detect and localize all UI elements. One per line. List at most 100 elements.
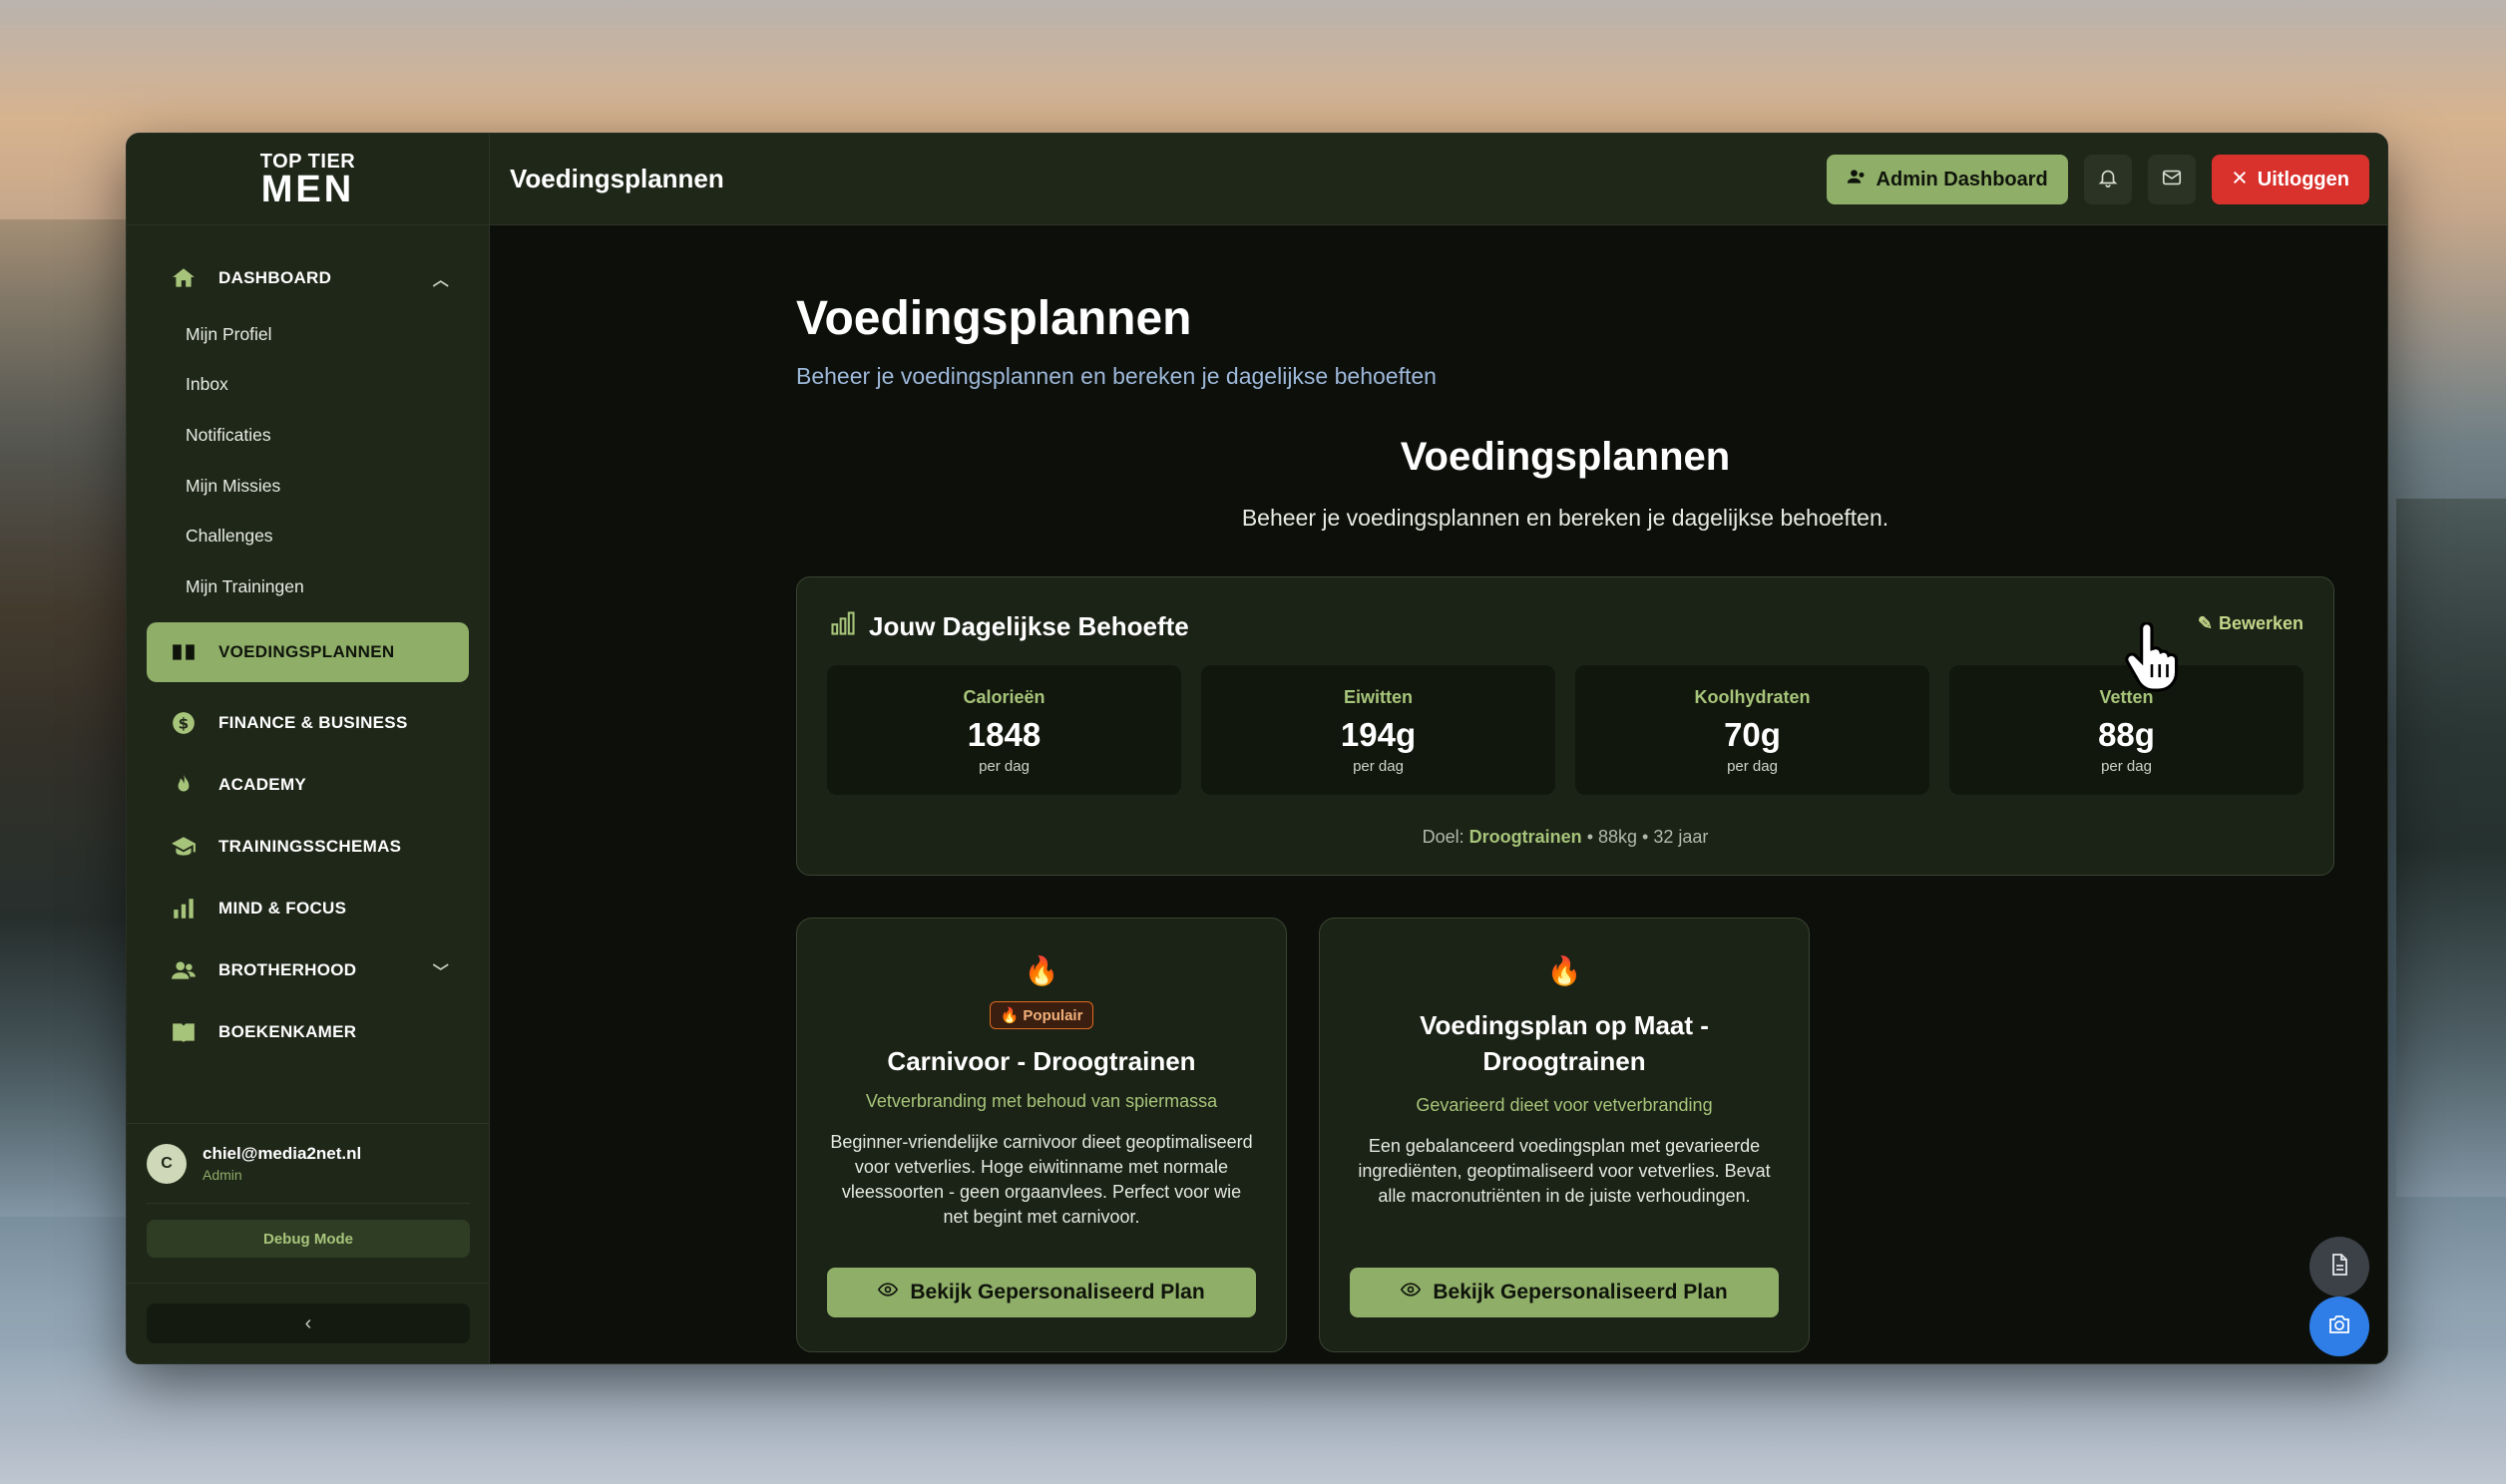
admin-dashboard-label: Admin Dashboard [1876, 168, 2048, 190]
background-forest-right [2396, 499, 2506, 1197]
sidebar-item-label: DASHBOARD [218, 268, 332, 287]
view-plan-button[interactable]: Bekijk Gepersonaliseerd Plan [1350, 1268, 1779, 1317]
chevron-down-icon[interactable]: ﹀ [433, 958, 449, 982]
sidebar-item-label: VOEDINGSPLANNEN [218, 641, 395, 661]
notifications-button[interactable] [2083, 155, 2132, 204]
user-section: C chiel@media2net.nl Admin Debug Mode [127, 1123, 490, 1258]
camera-icon [2326, 1312, 2352, 1341]
sidebar-item-finance-business[interactable]: $ FINANCE & BUSINESS [127, 692, 489, 754]
admin-dashboard-button[interactable]: Admin Dashboard [1826, 155, 2068, 204]
logo[interactable]: TOP TIER MEN [127, 134, 489, 225]
sidebar-item-label: FINANCE & BUSINESS [218, 712, 408, 732]
sidebar-nav: DASHBOARD ︿ Mijn Profiel Inbox Notificat… [127, 225, 489, 1063]
stats-row: Calorieën 1848 per dag Eiwitten 194g per… [827, 665, 2303, 795]
plan-description: Beginner-vriendelijke carnivoor dieet ge… [830, 1132, 1253, 1227]
collapse-section: ‹ [127, 1283, 490, 1363]
section-subtitle: Beheer je voedingsplannen en bereken je … [1241, 505, 1889, 531]
stat-unit: per dag [1727, 758, 1778, 775]
stat-value: 88g [2098, 716, 2155, 753]
app-window: TOP TIER MEN DASHBOARD ︿ Mijn Profiel In… [126, 133, 2388, 1364]
plan-subtitle: Vetverbranding met behoud van spiermassa [865, 1091, 1218, 1111]
daily-needs-title: Jouw Dagelijkse Behoefte [869, 611, 1189, 641]
book-icon [169, 1017, 199, 1047]
sidebar-item-label: MIND & FOCUS [218, 898, 347, 918]
svg-text:$: $ [179, 714, 190, 732]
mail-icon [2161, 167, 2183, 193]
sidebar-item-label: BROTHERHOOD [218, 959, 357, 979]
document-button[interactable] [2309, 1237, 2369, 1297]
edit-button[interactable]: ✎ Bewerken [2198, 613, 2303, 634]
screenshot-button[interactable] [2309, 1297, 2369, 1356]
close-icon [2232, 169, 2248, 191]
sidebar-item-mind-focus[interactable]: MIND & FOCUS [127, 878, 489, 939]
sidebar-subitem-notificaties[interactable]: Notificaties [186, 410, 489, 461]
user-email: chiel@media2net.nl [203, 1144, 362, 1163]
goal-details: • 88kg • 32 jaar [1586, 827, 1709, 847]
eye-icon [1401, 1280, 1422, 1305]
bar-chart-icon [829, 609, 857, 644]
topbar-actions: Admin Dashboard Uitloggen [1826, 155, 2369, 204]
users-cog-icon [1847, 167, 1867, 192]
stat-carbs: Koolhydraten 70g per dag [1575, 665, 1929, 795]
plan-description: Een gebalanceerd voedingsplan met gevari… [1358, 1136, 1771, 1206]
daily-needs-header: Jouw Dagelijkse Behoefte [829, 609, 1189, 644]
sidebar-item-label: ACADEMY [218, 774, 307, 794]
sidebar-item-brotherhood[interactable]: BROTHERHOOD ﹀ [127, 939, 489, 1001]
background-forest-left [0, 219, 130, 1217]
badge-label: Populair [1023, 1007, 1083, 1024]
sidebar-item-trainingsschemas[interactable]: TRAININGSSCHEMAS [127, 816, 489, 878]
user-profile[interactable]: C chiel@media2net.nl Admin [147, 1124, 470, 1204]
stat-label: Calorieën [963, 687, 1045, 707]
flame-icon [169, 770, 199, 800]
plan-subtitle: Gevarieerd dieet voor vetverbranding [1416, 1095, 1713, 1115]
chevron-up-icon[interactable]: ︿ [433, 266, 449, 290]
user-role: Admin [203, 1167, 242, 1183]
sidebar-item-voedingsplannen[interactable]: VOEDINGSPLANNEN [147, 621, 469, 682]
background-clouds [0, 1344, 2506, 1484]
edit-label: Bewerken [2218, 613, 2303, 633]
stat-label: Koolhydraten [1694, 687, 1811, 707]
sidebar-item-boekenkamer[interactable]: BOEKENKAMER [127, 1001, 489, 1063]
messages-button[interactable] [2147, 155, 2196, 204]
goal-prefix: Doel: [1422, 827, 1464, 847]
sidebar-subitem-inbox[interactable]: Inbox [186, 360, 489, 411]
avatar: C [147, 1143, 187, 1184]
main-content: Voedingsplannen Beheer je voedingsplanne… [490, 225, 2387, 1363]
logout-button[interactable]: Uitloggen [2211, 155, 2369, 204]
sidebar-item-label: BOEKENKAMER [218, 1021, 357, 1041]
logo-big-text: MEN [260, 168, 355, 210]
sidebar-item-dashboard[interactable]: DASHBOARD ︿ [127, 247, 489, 309]
stat-value: 194g [1340, 716, 1417, 753]
users-icon [169, 955, 199, 985]
stat-unit: per dag [1353, 758, 1404, 775]
sidebar: TOP TIER MEN DASHBOARD ︿ Mijn Profiel In… [127, 134, 490, 1363]
page-title: Voedingsplannen [796, 292, 1192, 345]
document-icon [2327, 1252, 2351, 1283]
logout-label: Uitloggen [2257, 168, 2349, 190]
sidebar-subitem-challenges[interactable]: Challenges [186, 511, 489, 561]
page-subtitle: Beheer je voedingsplannen en bereken je … [796, 363, 1437, 389]
chevron-left-icon: ‹ [304, 1311, 312, 1334]
stat-value: 1848 [967, 716, 1042, 753]
pencil-icon: ✎ [2197, 613, 2213, 633]
stat-unit: per dag [2101, 758, 2152, 775]
topbar-title: Voedingsplannen [510, 164, 724, 193]
sidebar-subitem-mijn-profiel[interactable]: Mijn Profiel [186, 309, 489, 360]
sidebar-subitem-mijn-trainingen[interactable]: Mijn Trainingen [186, 561, 489, 612]
collapse-sidebar-button[interactable]: ‹ [147, 1303, 470, 1343]
goal-line: Doel: Droogtrainen • 88kg • 32 jaar [797, 827, 2333, 848]
debug-mode-button[interactable]: Debug Mode [147, 1220, 470, 1258]
stat-label: Eiwitten [1343, 687, 1413, 707]
stat-unit: per dag [979, 758, 1030, 775]
sidebar-subitem-mijn-missies[interactable]: Mijn Missies [186, 461, 489, 512]
daily-needs-card: Jouw Dagelijkse Behoefte ✎ Bewerken Calo… [796, 576, 2334, 876]
stat-value: 70g [1724, 716, 1781, 753]
stat-calories: Calorieën 1848 per dag [827, 665, 1181, 795]
flame-icon: 🔥 [1000, 1007, 1020, 1024]
bar-chart-icon [169, 894, 199, 924]
sidebar-item-academy[interactable]: ACADEMY [127, 754, 489, 816]
plan-card: 🔥 Voedingsplan op Maat - Droogtrainen Ge… [1319, 918, 1810, 1352]
plan-title: Voedingsplan op Maat - Droogtrainen [1420, 1010, 1709, 1076]
view-plan-button[interactable]: Bekijk Gepersonaliseerd Plan [827, 1268, 1256, 1317]
topbar: Voedingsplannen Admin Dashboard Uitlogge… [490, 134, 2387, 225]
